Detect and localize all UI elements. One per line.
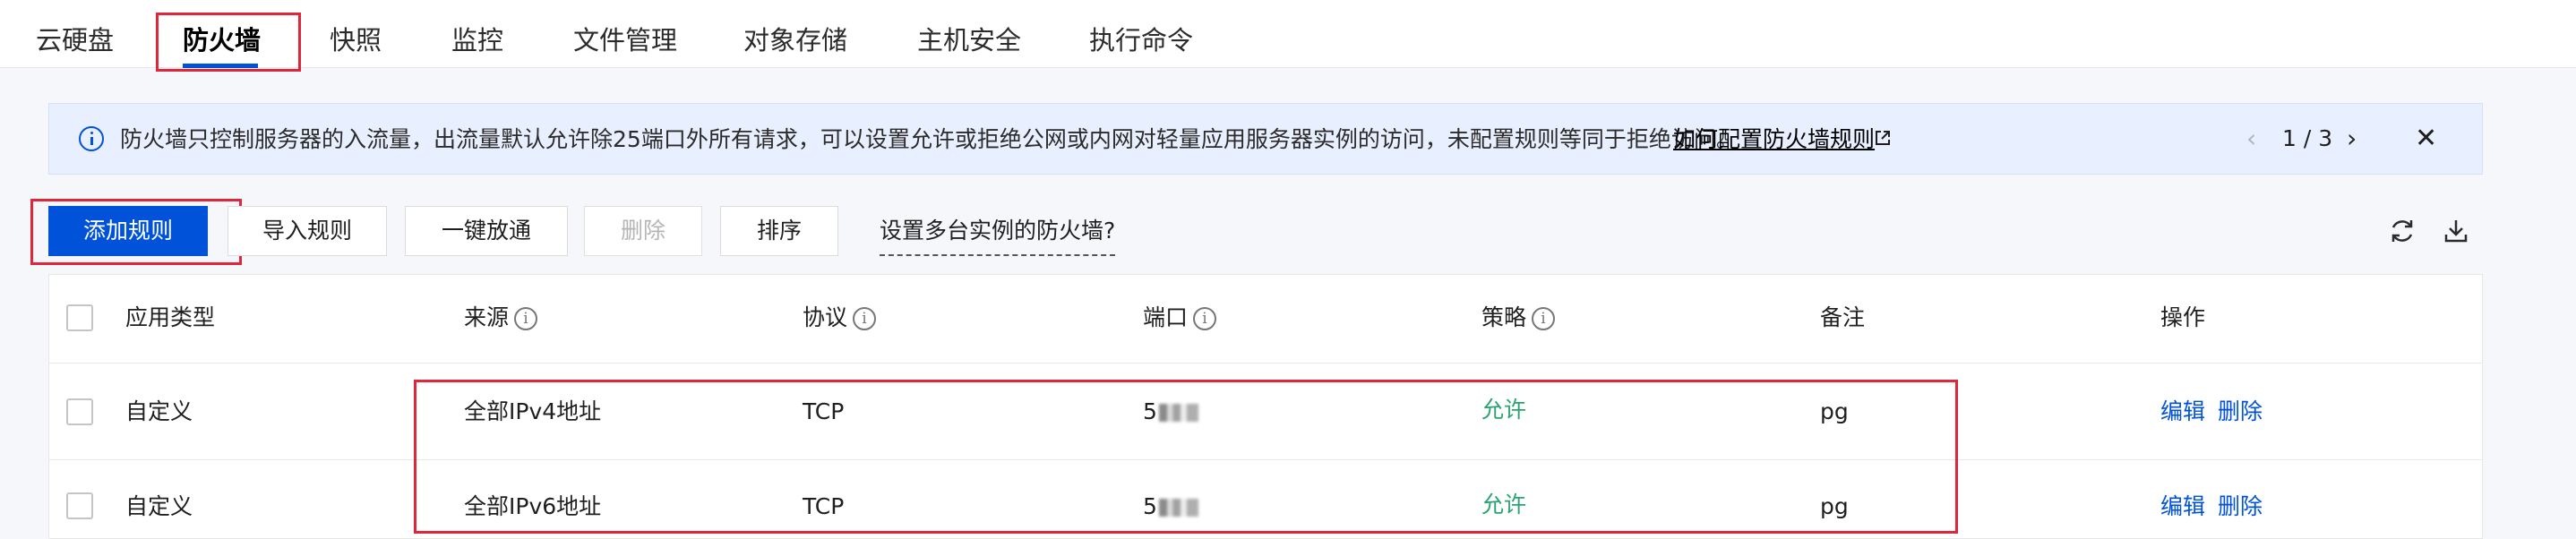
header-protocol-label: 协议	[803, 304, 848, 330]
info-icon	[79, 126, 104, 151]
header-actions: 操作	[2160, 304, 2206, 330]
tab-file-management[interactable]: 文件管理	[573, 0, 677, 68]
help-circle-icon[interactable]: i	[514, 307, 538, 330]
notice-pager: 1 / 3	[2282, 125, 2333, 151]
help-circle-icon[interactable]: i	[1193, 307, 1217, 330]
table-header-divider	[48, 363, 2483, 364]
delete-rule-link[interactable]: 删除	[2218, 491, 2263, 523]
highlight-box-add-rule	[30, 199, 242, 265]
tab-run-command[interactable]: 执行命令	[1089, 0, 1193, 68]
select-all-checkbox[interactable]	[66, 304, 93, 331]
firewall-help-link[interactable]: 如何配置防火墙规则	[1673, 124, 1875, 156]
tab-monitoring[interactable]: 监控	[451, 0, 503, 68]
header-source-label: 来源	[464, 304, 510, 330]
help-circle-icon[interactable]: i	[853, 307, 877, 330]
row-checkbox[interactable]	[66, 398, 93, 425]
header-app-type: 应用类型	[125, 304, 216, 330]
sort-button[interactable]: 排序	[720, 206, 838, 256]
tab-bar: 云硬盘 防火墙 快照 监控 文件管理 对象存储 主机安全 执行命令	[0, 0, 2576, 68]
cell-app-type: 自定义	[125, 493, 193, 519]
import-rules-button[interactable]: 导入规则	[228, 206, 387, 256]
highlight-box-rules	[414, 380, 1958, 534]
delete-button[interactable]: 删除	[584, 206, 702, 256]
chevron-left-icon[interactable]: ‹	[2246, 125, 2256, 152]
tab-cloud-disk[interactable]: 云硬盘	[36, 0, 114, 68]
highlight-box-firewall-tab	[156, 13, 301, 72]
refresh-icon[interactable]	[2388, 217, 2417, 245]
tab-snapshot[interactable]: 快照	[330, 0, 382, 68]
download-icon[interactable]	[2442, 217, 2470, 245]
one-click-open-button[interactable]: 一键放通	[405, 206, 568, 256]
notice-text: 防火墙只控制服务器的入流量，出流量默认允许除25端口外所有请求，可以设置允许或拒…	[120, 126, 1739, 152]
close-icon[interactable]: ✕	[2415, 125, 2437, 152]
row-checkbox[interactable]	[66, 492, 93, 519]
header-policy-label: 策略	[1481, 304, 1527, 330]
header-port: 端口 i	[1143, 302, 1217, 334]
external-link-icon[interactable]	[1874, 129, 1892, 147]
edit-rule-link[interactable]: 编辑	[2160, 491, 2205, 523]
delete-rule-link[interactable]: 删除	[2218, 396, 2263, 428]
header-source: 来源 i	[464, 302, 538, 334]
edit-rule-link[interactable]: 编辑	[2160, 396, 2205, 428]
tab-object-storage[interactable]: 对象存储	[743, 0, 847, 68]
header-protocol: 协议 i	[803, 302, 877, 334]
chevron-right-icon[interactable]: ›	[2347, 125, 2357, 152]
header-remark: 备注	[1820, 304, 1866, 330]
help-circle-icon[interactable]: i	[1532, 307, 1556, 330]
cell-app-type: 自定义	[125, 398, 193, 424]
header-port-label: 端口	[1143, 304, 1189, 330]
tab-host-security[interactable]: 主机安全	[917, 0, 1021, 68]
multi-instance-firewall-link[interactable]: 设置多台实例的防火墙?	[880, 213, 1116, 256]
header-policy: 策略 i	[1481, 302, 1556, 334]
